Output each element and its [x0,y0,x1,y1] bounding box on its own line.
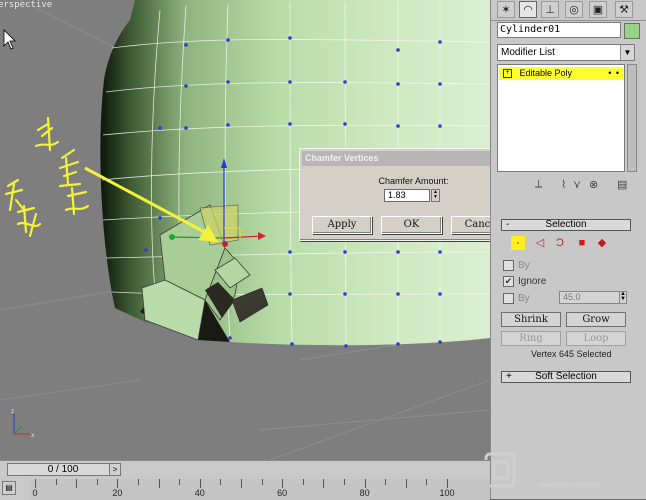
element-level-icon[interactable]: ◆ [595,236,609,250]
track-tick [447,479,448,488]
track-tick [282,479,284,488]
track-tick [138,479,139,485]
stack-scrollbar[interactable] [627,64,637,172]
rollout-collapse-icon: - [506,219,510,230]
remove-modifier-icon[interactable]: ⊗ [589,178,598,191]
time-slider-bar: 0 / 100 > ▤ 0 20 40 60 80 100 [0,460,490,500]
track-tick [199,479,201,488]
object-name-field[interactable]: Cylinder01 [497,22,621,38]
selection-status: Vertex 645 Selected [531,349,612,359]
stack-item-label: Editable Poly [519,68,573,78]
command-panel: ✶ ◠ ⊥ ◎ ▣ ⚒ Cylinder01 Modifier List ▼ +… [490,0,646,499]
expand-icon[interactable]: + [503,69,512,79]
polygon-level-icon[interactable]: ■ [575,236,589,250]
utilities-icon[interactable]: ⚒ [615,1,633,18]
track-tick-label: 20 [112,488,123,498]
edge-level-icon[interactable]: ◁ [533,236,547,250]
create-icon[interactable]: ✶ [497,1,515,18]
track-tick [426,479,428,485]
sub-object-level-icons: · ◁ Ɔ ■ ◆ [511,236,621,252]
checkbox-icon[interactable] [503,260,514,271]
motion-icon[interactable]: ◎ [565,1,583,18]
modifier-list-dropdown[interactable]: Modifier List ▼ [497,44,635,61]
track-tick [158,479,160,488]
chevron-down-icon[interactable]: ▼ [620,45,634,60]
checkbox-icon[interactable] [503,293,514,304]
track-tick [117,479,119,488]
soft-selection-title: Soft Selection [535,371,597,382]
border-level-icon[interactable]: Ɔ [553,236,567,250]
track-tick [344,479,345,485]
svg-text:z: z [11,408,14,415]
mouse-cursor-icon [3,29,16,50]
track-tick-label: 40 [194,488,205,498]
configure-sets-icon[interactable]: ▤ [617,178,627,191]
watermark-url: www.cgtime.com.cn [538,482,600,489]
ignore-label: Ignore [518,276,547,288]
vertex-level-icon[interactable]: · [511,236,525,250]
stack-toolbar: ⟂ ⌇ ⋎ ⊗ ▤ [497,176,637,196]
chamfer-amount-input[interactable]: 1.83 [384,189,430,202]
track-tick [241,479,242,488]
open-mini-curve-editor-icon[interactable]: ▤ [2,481,16,495]
hierarchy-icon[interactable]: ⊥ [541,1,559,18]
track-tick [55,479,57,485]
sub-object-icon: • • [608,68,620,78]
dialog-title: Chamfer Vertices [305,153,379,163]
track-bar[interactable]: 0 20 40 60 80 100 [30,479,490,500]
cgtime-watermark: CG时代 www.cgtime.com.cn [480,446,646,496]
track-tick-label: 60 [277,488,288,498]
angle-spinner-field[interactable]: 45.0 [559,291,621,304]
track-tick-label: 80 [359,488,370,498]
by-vertex-checkbox[interactable]: By [503,260,530,271]
modify-icon[interactable]: ◠ [519,1,537,18]
display-icon[interactable]: ▣ [589,1,607,18]
pin-stack-icon[interactable]: ⟂ [535,178,542,191]
track-tick [179,479,181,485]
soft-selection-rollout-header[interactable]: + Soft Selection [501,371,631,383]
track-tick-label: 100 [439,488,455,498]
modifier-list-label: Modifier List [501,47,555,58]
apply-button[interactable]: Apply [312,216,372,234]
grow-button[interactable]: Grow [566,312,626,327]
make-unique-icon[interactable]: ⋎ [573,178,581,191]
by-vertex-label: By [518,260,530,272]
handwritten-annotation [4,116,90,238]
chamfer-amount-spinner[interactable]: ▲ ▼ [431,189,440,202]
loop-button[interactable]: Loop [566,331,626,346]
svg-text:x: x [31,432,35,439]
angle-spinner-arrows[interactable]: ▲ ▼ [619,291,627,304]
viewport-label[interactable]: erspective [0,0,52,10]
track-tick [302,479,304,485]
modifier-stack[interactable]: + Editable Poly • • [497,64,625,172]
track-tick [35,479,36,488]
track-tick [220,479,222,485]
track-tick [76,479,78,488]
ignore-backfacing-checkbox[interactable]: ✔ Ignore [503,276,546,287]
track-tick [323,479,325,488]
rollout-expand-icon: + [506,371,512,382]
shrink-button[interactable]: Shrink [501,312,561,327]
selection-rollout-header[interactable]: - Selection [501,219,631,231]
track-tick [405,479,407,488]
object-color-swatch[interactable] [624,23,640,39]
command-panel-tabs: ✶ ◠ ⊥ ◎ ▣ ⚒ [491,0,646,21]
show-end-result-icon[interactable]: ⌇ [561,178,566,191]
track-tick [261,479,263,485]
by-angle-label: By [518,293,530,305]
stack-item-editable-poly[interactable]: + Editable Poly • • [499,67,623,80]
ok-button[interactable]: OK [381,216,442,234]
selection-rollout-title: Selection [545,219,587,230]
time-slider[interactable]: 0 / 100 [7,463,119,476]
track-tick [96,479,98,485]
axis-tripod-icon: z x [11,408,35,439]
track-tick-label: 0 [32,488,38,498]
ring-button[interactable]: Ring [501,331,561,346]
next-frame-icon[interactable]: > [109,463,121,476]
by-angle-checkbox[interactable]: By [503,293,530,304]
track-tick [364,479,366,488]
checkmark-icon[interactable]: ✔ [503,276,514,287]
track-tick [385,479,387,485]
